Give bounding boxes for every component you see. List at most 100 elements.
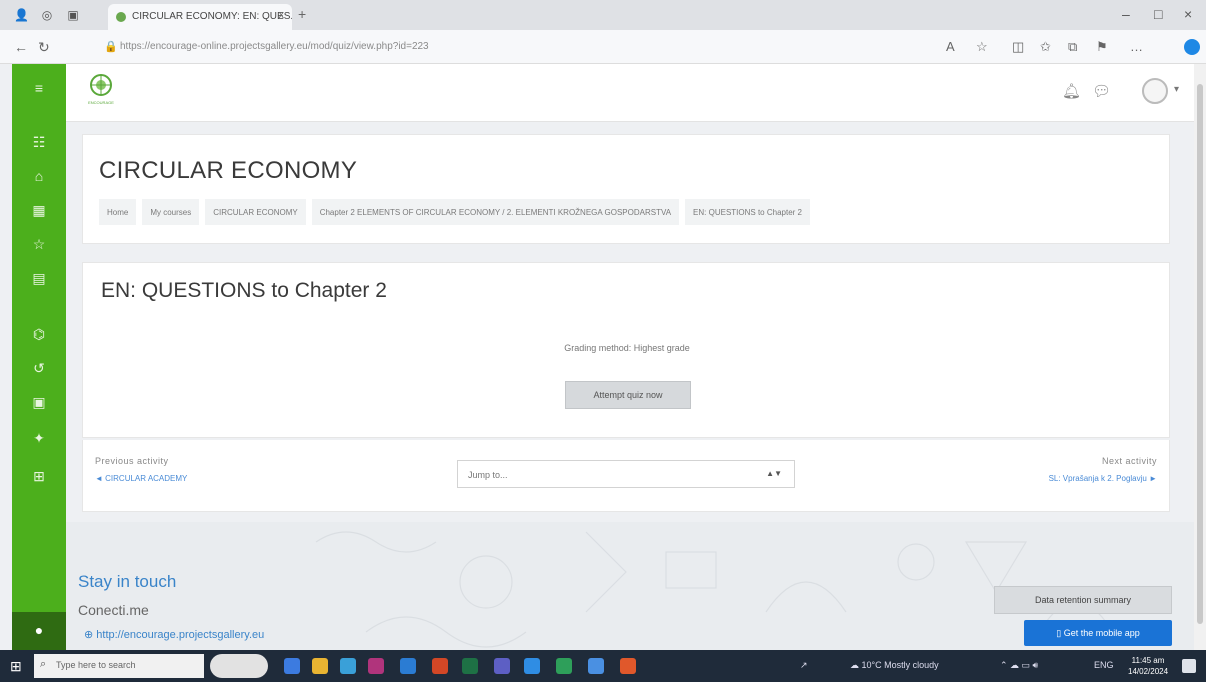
connect-text: Conecti.me: [78, 602, 149, 618]
search-icon: ⌕: [40, 658, 47, 670]
powerpoint-icon[interactable]: [432, 658, 448, 674]
url-field[interactable]: 🔒 https://encourage-online.projectsgalle…: [100, 36, 940, 58]
mobile-app-text: Get the mobile app: [1063, 628, 1140, 638]
book-icon[interactable]: ▤: [12, 270, 66, 287]
globe-icon: ⊕: [84, 629, 97, 641]
star-icon[interactable]: ☆: [12, 236, 66, 253]
chrome-icon[interactable]: [620, 658, 636, 674]
taskbar-search[interactable]: ⌕ Type here to search: [34, 654, 204, 678]
maximize-button[interactable]: □: [1154, 6, 1162, 22]
briefcase-icon[interactable]: ▣: [12, 394, 66, 411]
workspaces-icon[interactable]: ◎: [40, 8, 54, 22]
left-drawer: ≡ ☷ ⌂ ▦ ☆ ▤ ⌬ ↺ ▣ ✦ ⊞ ●: [12, 64, 66, 650]
teams-icon[interactable]: [494, 658, 510, 674]
quiz-card: EN: QUESTIONS to Chapter 2 Grading metho…: [82, 262, 1170, 438]
browser-tab-bar: 👤 ◎ ▣ CIRCULAR ECONOMY: EN: QUES... x + …: [0, 0, 1206, 30]
breadcrumb-chapter[interactable]: Chapter 2 ELEMENTS OF CIRCULAR ECONOMY /…: [311, 199, 680, 225]
home-icon[interactable]: ⌂: [12, 168, 66, 184]
calendar-icon[interactable]: ▦: [12, 202, 66, 219]
task-view-icon[interactable]: [284, 658, 300, 674]
grid-icon[interactable]: ⊞: [12, 468, 66, 485]
attempt-quiz-button[interactable]: Attempt quiz now: [565, 381, 691, 409]
back-arrow-icon[interactable]: ←: [14, 39, 28, 55]
copilot-icon[interactable]: [1184, 39, 1200, 55]
windows-start-icon[interactable]: ⊞: [10, 658, 26, 674]
excel-icon[interactable]: [462, 658, 478, 674]
network-icon[interactable]: ↗: [800, 660, 808, 671]
store-icon[interactable]: [556, 658, 572, 674]
tab-actions-icon[interactable]: ▣: [66, 8, 80, 22]
mobile-app-button[interactable]: ▯ Get the mobile app: [1024, 620, 1172, 646]
new-tab-button[interactable]: +: [298, 6, 306, 22]
language-indicator[interactable]: ENG: [1094, 660, 1114, 670]
bell-icon[interactable]: 🔔︎: [1062, 82, 1081, 100]
word-icon[interactable]: [400, 658, 416, 674]
school-icon[interactable]: ⌬: [12, 326, 66, 343]
user-avatar-icon[interactable]: [1142, 78, 1168, 104]
refresh-icon[interactable]: ↻: [38, 39, 50, 56]
weather-status[interactable]: ☁ 10°C Mostly cloudy: [850, 660, 939, 671]
dashboard-icon[interactable]: ☷: [12, 134, 66, 151]
scrollbar-thumb[interactable]: [1197, 84, 1203, 624]
notification-icon[interactable]: [1182, 659, 1196, 673]
weather-text: 10°C Mostly cloudy: [861, 660, 939, 670]
select-arrow-icon: ▲▼: [766, 469, 782, 478]
widgets-button[interactable]: [210, 654, 268, 678]
split-screen-icon[interactable]: ◫: [1012, 39, 1024, 55]
minimize-button[interactable]: –: [1122, 6, 1130, 22]
quiz-title: EN: QUESTIONS to Chapter 2: [101, 279, 387, 302]
close-window-button[interactable]: ×: [1184, 6, 1192, 22]
read-aloud-icon[interactable]: A: [946, 39, 955, 54]
clock-time: 11:45 am: [1131, 656, 1165, 665]
logo-caption: ENCOURAGE: [88, 100, 114, 105]
url-text: https://encourage-online.projectsgallery…: [120, 41, 429, 52]
info-icon[interactable]: ●: [12, 612, 66, 638]
profile-icon[interactable]: 👤: [14, 8, 29, 22]
previous-activity-link[interactable]: ◄ CIRCULAR ACADEMY: [95, 474, 187, 483]
lightbulb-icon[interactable]: ✦: [12, 430, 66, 447]
edge-icon[interactable]: [340, 658, 356, 674]
jump-to-select[interactable]: Jump to... ▲▼: [457, 460, 795, 488]
breadcrumb: Home My courses CIRCULAR ECONOMY Chapter…: [99, 199, 810, 225]
favorite-star-icon[interactable]: ☆: [976, 39, 988, 55]
more-options-icon[interactable]: …: [1130, 39, 1143, 54]
chevron-down-icon[interactable]: ▾: [1174, 84, 1179, 95]
site-navbar: ENCOURAGE 🔔︎ 💬︎ ▾: [66, 64, 1194, 122]
tab-title: CIRCULAR ECONOMY: EN: QUES...: [132, 11, 292, 22]
browser-tab[interactable]: CIRCULAR ECONOMY: EN: QUES... x: [108, 4, 292, 30]
breadcrumb-my-courses[interactable]: My courses: [142, 199, 200, 225]
footer-website-link[interactable]: ⊕ http://encourage.projectsgallery.eu: [84, 628, 264, 641]
drawer-footer: ●: [12, 612, 66, 650]
next-activity-link[interactable]: SL: Vprašanja k 2. Poglavju ►: [1049, 474, 1157, 483]
stay-in-touch-heading: Stay in touch: [78, 572, 177, 591]
settings-icon[interactable]: [588, 658, 604, 674]
encourage-logo[interactable]: ENCOURAGE: [86, 72, 116, 106]
previous-activity-label: Previous activity: [95, 456, 169, 466]
outlook-icon[interactable]: [524, 658, 540, 674]
file-explorer-icon[interactable]: [312, 658, 328, 674]
jump-to-value: Jump to...: [468, 470, 508, 480]
tab-close-icon[interactable]: x: [279, 9, 285, 21]
onenote-icon[interactable]: [368, 658, 384, 674]
system-tray-icons[interactable]: ⌃ ☁ ▭ 🔊︎: [1000, 660, 1038, 671]
favorites-icon[interactable]: ✩: [1040, 39, 1051, 55]
taskbar-search-text: Type here to search: [56, 660, 136, 670]
history-icon[interactable]: ↺: [12, 360, 66, 377]
breadcrumb-home[interactable]: Home: [99, 199, 137, 225]
cloud-icon: ☁: [850, 660, 862, 670]
data-retention-button[interactable]: Data retention summary: [994, 586, 1172, 614]
extensions-icon[interactable]: ⚑: [1096, 39, 1108, 55]
clock-date: 14/02/2024: [1128, 667, 1169, 676]
chat-icon[interactable]: 💬︎: [1092, 82, 1111, 100]
breadcrumb-current[interactable]: EN: QUESTIONS to Chapter 2: [685, 199, 810, 225]
tab-favicon-icon: [116, 12, 126, 22]
taskbar-clock[interactable]: 11:45 am 14/02/2024: [1128, 655, 1168, 677]
menu-icon[interactable]: ≡: [12, 80, 66, 96]
activity-navigation: Previous activity ◄ CIRCULAR ACADEMY Jum…: [82, 440, 1170, 512]
collections-icon[interactable]: ⧉: [1068, 39, 1077, 55]
footer-website-text: http://encourage.projectsgallery.eu: [96, 629, 265, 641]
page-scrollbar[interactable]: [1194, 64, 1206, 650]
breadcrumb-course[interactable]: CIRCULAR ECONOMY: [205, 199, 306, 225]
data-retention-text: Data retention summary: [1034, 595, 1132, 605]
grading-method: Grading method: Highest grade: [564, 343, 690, 353]
